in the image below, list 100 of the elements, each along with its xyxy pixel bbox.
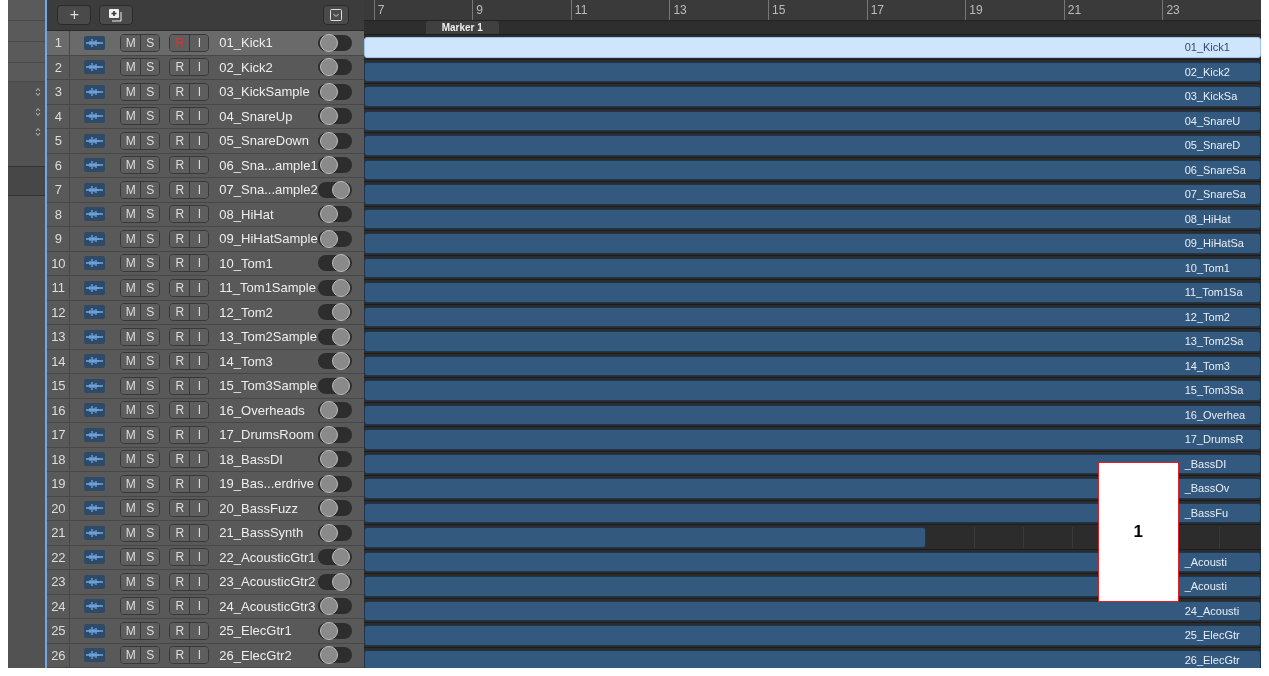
track-name[interactable]: 19_Bas...erdrive [219, 476, 318, 492]
audio-region[interactable]: 14_Tom3 [363, 355, 1261, 376]
record-button[interactable]: R [170, 451, 190, 468]
audio-region[interactable]: 17_DrumsR [363, 429, 1261, 450]
record-button[interactable]: R [170, 647, 190, 664]
solo-button[interactable]: S [140, 622, 160, 639]
track-name[interactable]: 13_Tom2Sample [219, 329, 318, 345]
solo-button[interactable]: S [140, 353, 160, 370]
input-monitor-button[interactable]: I [189, 181, 209, 198]
track-header[interactable]: 17 M S R I 17_DrumsRoom [47, 423, 364, 448]
audio-region[interactable]: 10_Tom1 [363, 257, 1261, 278]
solo-button[interactable]: S [140, 279, 160, 296]
audio-region[interactable]: 04_SnareU [363, 110, 1261, 131]
marker-label[interactable]: Marker 1 [425, 21, 499, 34]
audio-region[interactable]: _BassOv [363, 478, 1261, 499]
mute-button[interactable]: M [121, 59, 141, 76]
mute-button[interactable]: M [121, 549, 141, 566]
track-toggle[interactable] [317, 108, 352, 125]
mute-button[interactable]: M [121, 108, 141, 125]
record-button[interactable]: R [170, 279, 190, 296]
track-name[interactable]: 02_Kick2 [219, 59, 318, 75]
mute-button[interactable]: M [121, 279, 141, 296]
track-header[interactable]: 19 M S R I 19_Bas...erdrive [47, 472, 364, 497]
solo-button[interactable]: S [140, 157, 160, 174]
mute-button[interactable]: M [121, 230, 141, 247]
track-toggle[interactable] [317, 304, 352, 321]
track-header[interactable]: 22 M S R I 22_AcousticGtr1 [47, 545, 364, 570]
track-header[interactable]: 2 M S R I 02_Kick2 [47, 55, 364, 80]
mute-button[interactable]: M [121, 402, 141, 419]
stepper-icon[interactable] [35, 127, 42, 137]
solo-button[interactable]: S [140, 402, 160, 419]
track-header[interactable]: 20 M S R I 20_BassFuzz [47, 496, 364, 521]
track-header[interactable]: 25 M S R I 25_ElecGtr1 [47, 619, 364, 644]
solo-button[interactable]: S [140, 132, 160, 149]
mute-button[interactable]: M [121, 157, 141, 174]
audio-region[interactable]: 15_Tom3Sa [363, 380, 1261, 401]
track-header[interactable]: 16 M S R I 16_Overheads [47, 398, 364, 423]
track-name[interactable]: 14_Tom3 [219, 353, 318, 369]
track-name[interactable]: 12_Tom2 [219, 304, 318, 320]
input-monitor-button[interactable]: I [189, 377, 209, 394]
audio-region[interactable]: 11_Tom1Sa [363, 282, 1261, 303]
solo-button[interactable]: S [140, 206, 160, 223]
record-button[interactable]: R [170, 328, 190, 345]
mute-button[interactable]: M [121, 353, 141, 370]
track-name[interactable]: 20_BassFuzz [219, 500, 318, 516]
mute-button[interactable]: M [121, 34, 141, 51]
track-name[interactable]: 23_AcousticGtr2 [219, 574, 318, 590]
record-button[interactable]: R [170, 353, 190, 370]
track-header[interactable]: 4 M S R I 04_SnareUp [47, 104, 364, 129]
track-header[interactable]: 5 M S R I 05_SnareDown [47, 129, 364, 154]
solo-button[interactable]: S [140, 34, 160, 51]
track-toggle[interactable] [317, 132, 352, 149]
track-toggle[interactable] [317, 83, 352, 100]
track-toggle[interactable] [317, 622, 352, 639]
input-monitor-button[interactable]: I [189, 524, 209, 541]
audio-region[interactable]: 24_Acousti [363, 600, 1261, 621]
track-header[interactable]: 13 M S R I 13_Tom2Sample [47, 325, 364, 350]
track-name[interactable]: 15_Tom3Sample [219, 378, 318, 394]
audio-region[interactable]: 02_Kick2 [363, 61, 1261, 82]
record-button[interactable]: R [170, 622, 190, 639]
solo-button[interactable]: S [140, 304, 160, 321]
mute-button[interactable]: M [121, 573, 141, 590]
stepper-icon[interactable] [35, 107, 42, 117]
solo-button[interactable]: S [140, 108, 160, 125]
track-toggle[interactable] [317, 34, 352, 51]
audio-region[interactable]: 07_SnareSa [363, 184, 1261, 205]
mute-button[interactable]: M [121, 304, 141, 321]
solo-button[interactable]: S [140, 500, 160, 517]
track-toggle[interactable] [317, 573, 352, 590]
track-header[interactable]: 23 M S R I 23_AcousticGtr2 [47, 570, 364, 595]
mute-button[interactable]: M [121, 132, 141, 149]
duplicate-track-button[interactable] [99, 5, 134, 25]
input-monitor-button[interactable]: I [189, 549, 209, 566]
audio-region[interactable]: 03_KickSa [363, 86, 1261, 107]
solo-button[interactable]: S [140, 647, 160, 664]
track-toggle[interactable] [317, 377, 352, 394]
record-button[interactable]: R [170, 230, 190, 247]
solo-button[interactable]: S [140, 230, 160, 247]
track-header[interactable]: 7 M S R I 07_Sna...ample2 [47, 178, 364, 203]
audio-region[interactable]: 26_ElecGtr [363, 649, 1261, 668]
mute-button[interactable]: M [121, 524, 141, 541]
mute-button[interactable]: M [121, 500, 141, 517]
track-header[interactable]: 12 M S R I 12_Tom2 [47, 300, 364, 325]
record-button[interactable]: R [170, 573, 190, 590]
record-button[interactable]: R [170, 83, 190, 100]
input-monitor-button[interactable]: I [189, 426, 209, 443]
track-name[interactable]: 07_Sna...ample2 [219, 182, 318, 198]
audio-region[interactable]: 08_HiHat [363, 208, 1261, 229]
track-header[interactable]: 10 M S R I 10_Tom1 [47, 251, 364, 276]
solo-button[interactable]: S [140, 426, 160, 443]
track-name[interactable]: 08_HiHat [219, 206, 318, 222]
input-monitor-button[interactable]: I [189, 402, 209, 419]
global-tracks-button[interactable] [322, 5, 349, 25]
track-header[interactable]: 14 M S R I 14_Tom3 [47, 349, 364, 374]
mute-button[interactable]: M [121, 622, 141, 639]
solo-button[interactable]: S [140, 451, 160, 468]
input-monitor-button[interactable]: I [189, 157, 209, 174]
record-button[interactable]: R [170, 549, 190, 566]
record-button[interactable]: R [170, 157, 190, 174]
audio-region[interactable]: 05_SnareD [363, 135, 1261, 156]
